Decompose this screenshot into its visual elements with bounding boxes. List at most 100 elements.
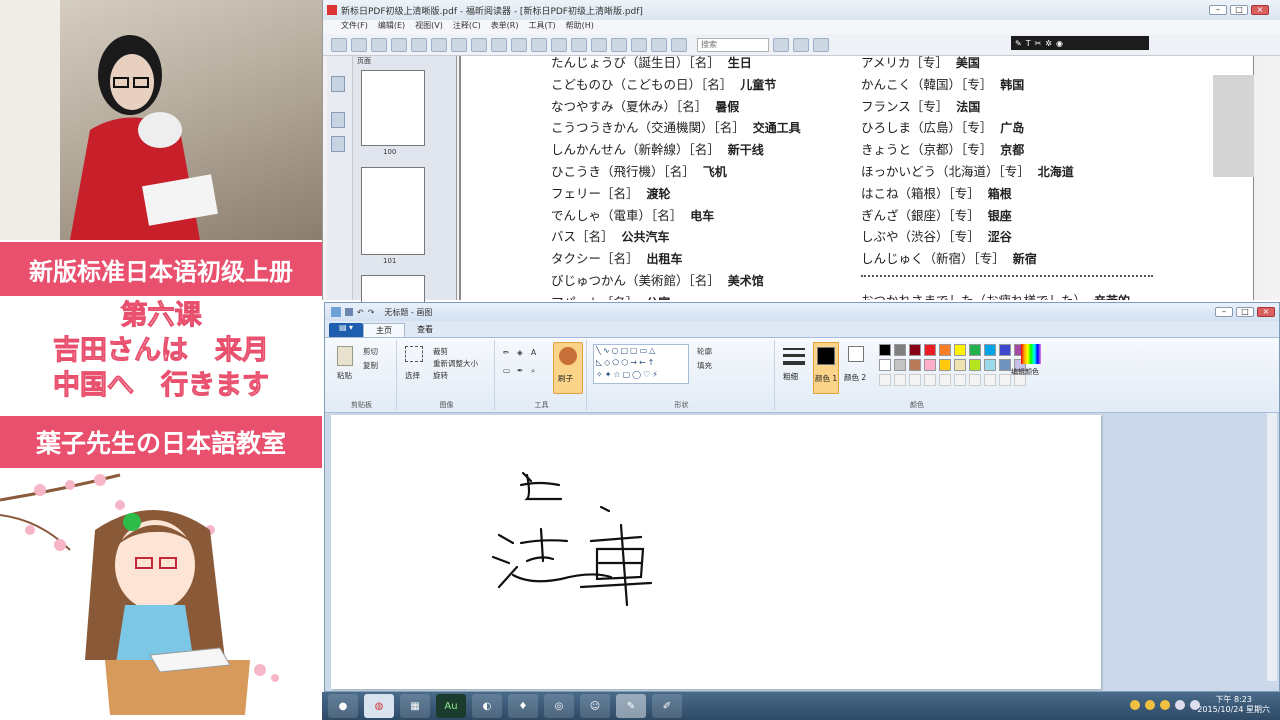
search-next-icon[interactable] xyxy=(793,37,809,52)
select-icon[interactable] xyxy=(405,346,423,362)
page-thumbnail[interactable] xyxy=(361,70,425,146)
palette-color-swatch[interactable] xyxy=(894,344,906,356)
typewriter-icon[interactable] xyxy=(651,37,667,52)
email-icon[interactable] xyxy=(391,37,407,52)
text-icon[interactable]: T xyxy=(1026,39,1031,48)
next-page-icon[interactable] xyxy=(471,37,487,52)
taskbar-anime-icon[interactable]: ☺ xyxy=(580,694,610,718)
redo-icon[interactable]: ↷ xyxy=(368,308,375,317)
palette-empty-swatch[interactable] xyxy=(894,374,906,386)
fit-page-icon[interactable] xyxy=(511,37,527,52)
quick-tools-bar[interactable]: ✎ T ✂ ✲ ◉ xyxy=(1011,36,1149,50)
maximize-button[interactable]: □ xyxy=(1236,307,1254,317)
menu-file[interactable]: 文件(F) xyxy=(341,20,368,34)
network-icon[interactable] xyxy=(1175,700,1185,710)
menu-comment[interactable]: 注释(C) xyxy=(453,20,481,34)
color-picker-icon[interactable]: ✒ xyxy=(517,366,523,375)
menu-view[interactable]: 视图(V) xyxy=(415,20,443,34)
palette-empty-swatch[interactable] xyxy=(969,374,981,386)
taskbar-folder-icon[interactable]: ▦ xyxy=(400,694,430,718)
fill-bucket-icon[interactable]: ◈ xyxy=(517,348,523,357)
palette-empty-swatch[interactable] xyxy=(879,374,891,386)
brushes-button[interactable]: 刷子 xyxy=(553,342,583,394)
back-icon[interactable] xyxy=(411,37,427,52)
palette-color-swatch[interactable] xyxy=(909,359,921,371)
palette-color-swatch[interactable] xyxy=(879,344,891,356)
resize-button[interactable]: 重新调整大小 xyxy=(433,358,478,369)
cut-icon[interactable]: ✂ xyxy=(1035,39,1042,48)
paint-vertical-scrollbar[interactable] xyxy=(1267,413,1277,681)
palette-color-swatch[interactable] xyxy=(924,344,936,356)
save-icon[interactable] xyxy=(345,308,353,316)
select-button[interactable]: 选择 xyxy=(405,370,420,381)
palette-empty-swatch[interactable] xyxy=(939,374,951,386)
pdf-vertical-scrollbar[interactable] xyxy=(1254,56,1264,300)
palette-color-swatch[interactable] xyxy=(954,344,966,356)
menu-tools[interactable]: 工具(T) xyxy=(529,20,556,34)
maximize-button[interactable]: □ xyxy=(1230,5,1248,15)
taskbar-media-icon[interactable]: ● xyxy=(328,694,358,718)
zoom-in-icon[interactable] xyxy=(571,37,587,52)
file-menu-button[interactable]: ▤ ▾ xyxy=(329,323,363,337)
close-button[interactable]: × xyxy=(1257,307,1275,317)
comments-panel-icon[interactable] xyxy=(331,136,345,152)
size-button[interactable]: 粗细 xyxy=(783,344,805,384)
undo-icon[interactable]: ↶ xyxy=(357,308,364,317)
page-thumbnail[interactable] xyxy=(361,167,425,255)
palette-color-swatch[interactable] xyxy=(969,344,981,356)
eye-icon[interactable]: ◉ xyxy=(1056,39,1063,48)
color2-button[interactable]: 颜色 2 xyxy=(843,342,869,394)
pages-panel-icon[interactable] xyxy=(331,76,345,92)
magnifier-icon[interactable]: ⌕ xyxy=(531,366,535,376)
cut-button[interactable]: 剪切 xyxy=(363,346,378,357)
taskbar-paint-icon[interactable]: ✎ xyxy=(616,694,646,718)
pencil-icon[interactable]: ✏ xyxy=(503,348,509,357)
forward-icon[interactable] xyxy=(431,37,447,52)
minimize-button[interactable]: – xyxy=(1209,5,1227,15)
copy-button[interactable]: 复制 xyxy=(363,360,378,371)
palette-empty-swatch[interactable] xyxy=(924,374,936,386)
palette-color-swatch[interactable] xyxy=(894,359,906,371)
palette-color-swatch[interactable] xyxy=(909,344,921,356)
tray-icon[interactable] xyxy=(1145,700,1155,710)
palette-color-swatch[interactable] xyxy=(999,359,1011,371)
pdf-document-view[interactable]: たんじょうび（誕生日）［名］ 生日 こどものひ（こどもの日）［名］ 儿童节 なつやすみ（… xyxy=(459,56,1255,300)
fill-button[interactable]: 填充 xyxy=(697,360,712,371)
menu-help[interactable]: 帮助(H) xyxy=(566,20,594,34)
taskbar-tool-icon[interactable]: ✐ xyxy=(652,694,682,718)
close-button[interactable]: × xyxy=(1251,5,1269,15)
palette-color-swatch[interactable] xyxy=(969,359,981,371)
minimize-button[interactable]: – xyxy=(1215,307,1233,317)
palette-empty-swatch[interactable] xyxy=(984,374,996,386)
pdf-search-input[interactable] xyxy=(697,37,769,52)
highlight-icon[interactable] xyxy=(631,37,647,52)
tab-view[interactable]: 查看 xyxy=(405,323,445,337)
taskbar-browser-icon[interactable]: ◐ xyxy=(472,694,502,718)
palette-color-swatch[interactable] xyxy=(984,344,996,356)
drawing-canvas[interactable] xyxy=(331,415,1101,689)
open-icon[interactable] xyxy=(331,37,347,52)
shapes-gallery[interactable]: ╲∿○□▢▭△ ◺◇⬠⬡→←↑ ✧✦☆▢◯♡⚡ xyxy=(593,344,689,384)
tray-icon[interactable] xyxy=(1160,700,1170,710)
palette-empty-swatch[interactable] xyxy=(999,374,1011,386)
zoom-out-icon[interactable] xyxy=(551,37,567,52)
taskbar-audition-icon[interactable]: Au xyxy=(436,694,466,718)
snapshot-icon[interactable] xyxy=(671,37,687,52)
text-tool-icon[interactable]: A xyxy=(531,348,536,357)
search-prev-icon[interactable] xyxy=(773,37,789,52)
crop-button[interactable]: 裁剪 xyxy=(433,346,448,357)
edit-colors-button[interactable]: 编辑颜色 xyxy=(1011,344,1051,392)
prev-page-icon[interactable] xyxy=(451,37,467,52)
rotate-button[interactable]: 旋转 xyxy=(433,370,448,381)
outline-button[interactable]: 轮廓 xyxy=(697,346,712,357)
pen-icon[interactable]: ✎ xyxy=(1015,39,1022,48)
taskbar-chat-icon[interactable]: ♦ xyxy=(508,694,538,718)
gear-icon[interactable]: ✲ xyxy=(1045,39,1052,48)
menu-edit[interactable]: 编辑(E) xyxy=(378,20,405,34)
paste-button[interactable]: 粘贴 xyxy=(337,370,352,381)
eraser-icon[interactable]: ▭ xyxy=(503,366,510,375)
taskbar-disk-icon[interactable]: ◎ xyxy=(544,694,574,718)
taskbar-app-icon[interactable]: ◍ xyxy=(364,694,394,718)
tab-home[interactable]: 主页 xyxy=(363,323,405,337)
palette-empty-swatch[interactable] xyxy=(909,374,921,386)
